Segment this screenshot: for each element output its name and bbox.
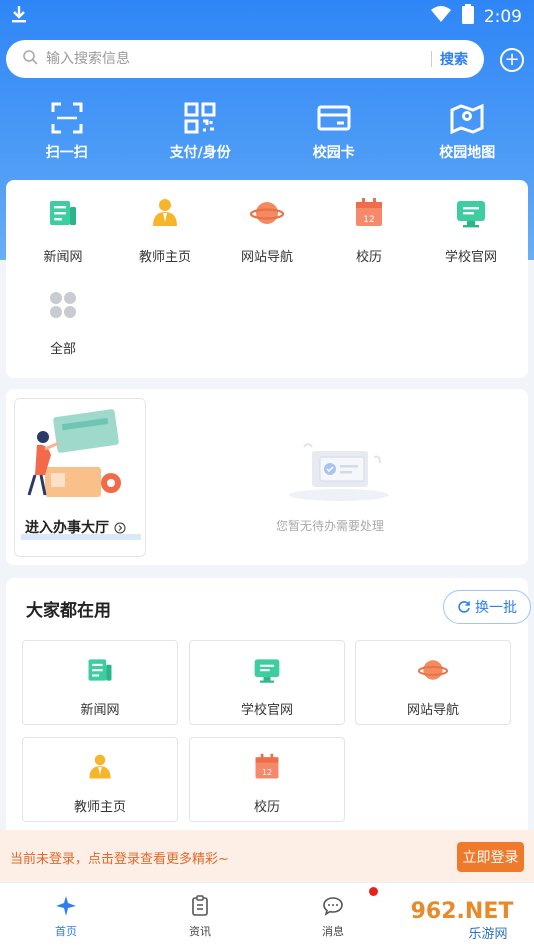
- watermark-subtext: 乐游网: [468, 927, 507, 942]
- download-icon: [10, 4, 28, 28]
- refresh-batch-button[interactable]: 换一批: [443, 590, 531, 624]
- wifi-icon: [430, 5, 452, 28]
- quick-action-label: 校园卡: [312, 145, 355, 161]
- planet-icon: [417, 660, 449, 680]
- app-label: 教师主页: [138, 250, 191, 265]
- quick-action-map[interactable]: 校园地图: [401, 102, 534, 162]
- todo-card: 进入办事大厅 您暂无待办需要处理: [6, 389, 528, 565]
- search-input[interactable]: [46, 51, 431, 67]
- service-hall-text: 进入办事大厅: [25, 520, 109, 536]
- monitor-icon: [457, 201, 485, 228]
- card-icon: [317, 105, 351, 131]
- service-hall-entry[interactable]: 进入办事大厅: [14, 398, 146, 557]
- tab-news[interactable]: 资讯: [160, 895, 240, 939]
- calendar-day: 12: [262, 768, 272, 777]
- calendar-icon: 12: [255, 753, 279, 779]
- popular-tile-navigation[interactable]: 网站导航: [355, 640, 511, 725]
- refresh-label: 换一批: [475, 600, 517, 616]
- app-navigation[interactable]: 网站导航: [215, 196, 319, 265]
- search-icon: [22, 49, 38, 69]
- chevron-right-circle-icon: [114, 522, 126, 534]
- tile-label: 学校官网: [240, 703, 293, 718]
- popular-tile-calendar[interactable]: 12 校历: [189, 737, 345, 822]
- tab-home[interactable]: 首页: [26, 895, 106, 939]
- quick-actions: 扫一扫 支付/身份 校园卡 校园地图: [0, 102, 534, 162]
- battery-icon: [461, 4, 474, 29]
- tab-messages[interactable]: 消息: [293, 895, 373, 939]
- tab-label: 首页: [55, 925, 77, 938]
- news-icon: [50, 201, 76, 225]
- unread-badge: [369, 887, 378, 896]
- clipboard-icon: [192, 895, 208, 916]
- calendar-icon: 12: [356, 198, 382, 226]
- app-grid: 新闻网 教师主页 网站导航 12 校历 学校官网 全部: [6, 180, 528, 378]
- chat-icon: [323, 897, 343, 916]
- app-label: 学校官网: [444, 250, 497, 265]
- tile-label: 新闻网: [80, 703, 120, 718]
- tile-label: 教师主页: [73, 800, 126, 815]
- empty-state-illustration: [289, 443, 389, 501]
- popular-tile-teacher[interactable]: 教师主页: [22, 737, 178, 822]
- popular-tile-official-site[interactable]: 学校官网: [189, 640, 345, 725]
- search-bar[interactable]: 搜索: [6, 40, 484, 78]
- tab-label: 消息: [322, 925, 344, 938]
- quick-action-scan[interactable]: 扫一扫: [0, 102, 134, 162]
- app-news[interactable]: 新闻网: [11, 196, 115, 265]
- quick-action-label: 扫一扫: [45, 145, 88, 161]
- watermark-text: 962.NET: [411, 899, 514, 924]
- quick-action-pay[interactable]: 支付/身份: [134, 102, 268, 162]
- service-hall-label: 进入办事大厅: [25, 517, 126, 537]
- map-icon: [450, 103, 484, 134]
- service-hall-illustration: [15, 399, 145, 511]
- popular-section: 大家都在用 换一批 新闻网 学校官网 网站导航 教师主页 12 校历: [6, 578, 531, 838]
- empty-state-text: 您暂无待办需要处理: [276, 519, 385, 533]
- clock: 2:09: [483, 6, 522, 27]
- teacher-icon: [153, 199, 177, 226]
- news-icon: [88, 659, 112, 681]
- plane-icon: [56, 896, 76, 916]
- section-title: 大家都在用: [26, 601, 111, 621]
- grid-all-icon: [50, 292, 76, 318]
- app-teacher[interactable]: 教师主页: [113, 196, 217, 265]
- tab-label: 资讯: [189, 925, 211, 938]
- app-official-site[interactable]: 学校官网: [419, 196, 523, 265]
- popular-tile-news[interactable]: 新闻网: [22, 640, 178, 725]
- monitor-icon: [254, 659, 280, 683]
- search-button[interactable]: 搜索: [432, 49, 484, 69]
- quick-action-label: 支付/身份: [169, 145, 231, 161]
- app-label: 全部: [49, 342, 76, 357]
- teacher-icon: [89, 754, 111, 779]
- refresh-icon: [458, 601, 470, 613]
- status-bar: 2:09: [0, 0, 534, 30]
- app-all[interactable]: 全部: [11, 288, 115, 357]
- qr-code-icon: [184, 102, 216, 134]
- tile-label: 校历: [253, 800, 280, 815]
- app-label: 校历: [355, 250, 382, 265]
- quick-action-label: 校园地图: [439, 145, 496, 161]
- plus-circle-icon[interactable]: +: [500, 48, 524, 72]
- calendar-day: 12: [363, 215, 374, 225]
- app-label: 新闻网: [43, 250, 83, 265]
- watermark-logo: 962.NET 乐游网: [396, 894, 530, 942]
- tile-label: 网站导航: [406, 703, 459, 718]
- login-button[interactable]: 立即登录: [457, 842, 524, 872]
- app-label: 网站导航: [240, 250, 293, 265]
- app-calendar[interactable]: 12 校历: [317, 196, 421, 265]
- login-banner[interactable]: 当前未登录，点击登录查看更多精彩~ 立即登录: [0, 830, 534, 882]
- quick-action-card[interactable]: 校园卡: [267, 102, 401, 162]
- planet-icon: [249, 202, 285, 224]
- login-banner-text: 当前未登录，点击登录查看更多精彩~: [10, 852, 229, 867]
- scan-icon: [51, 102, 83, 134]
